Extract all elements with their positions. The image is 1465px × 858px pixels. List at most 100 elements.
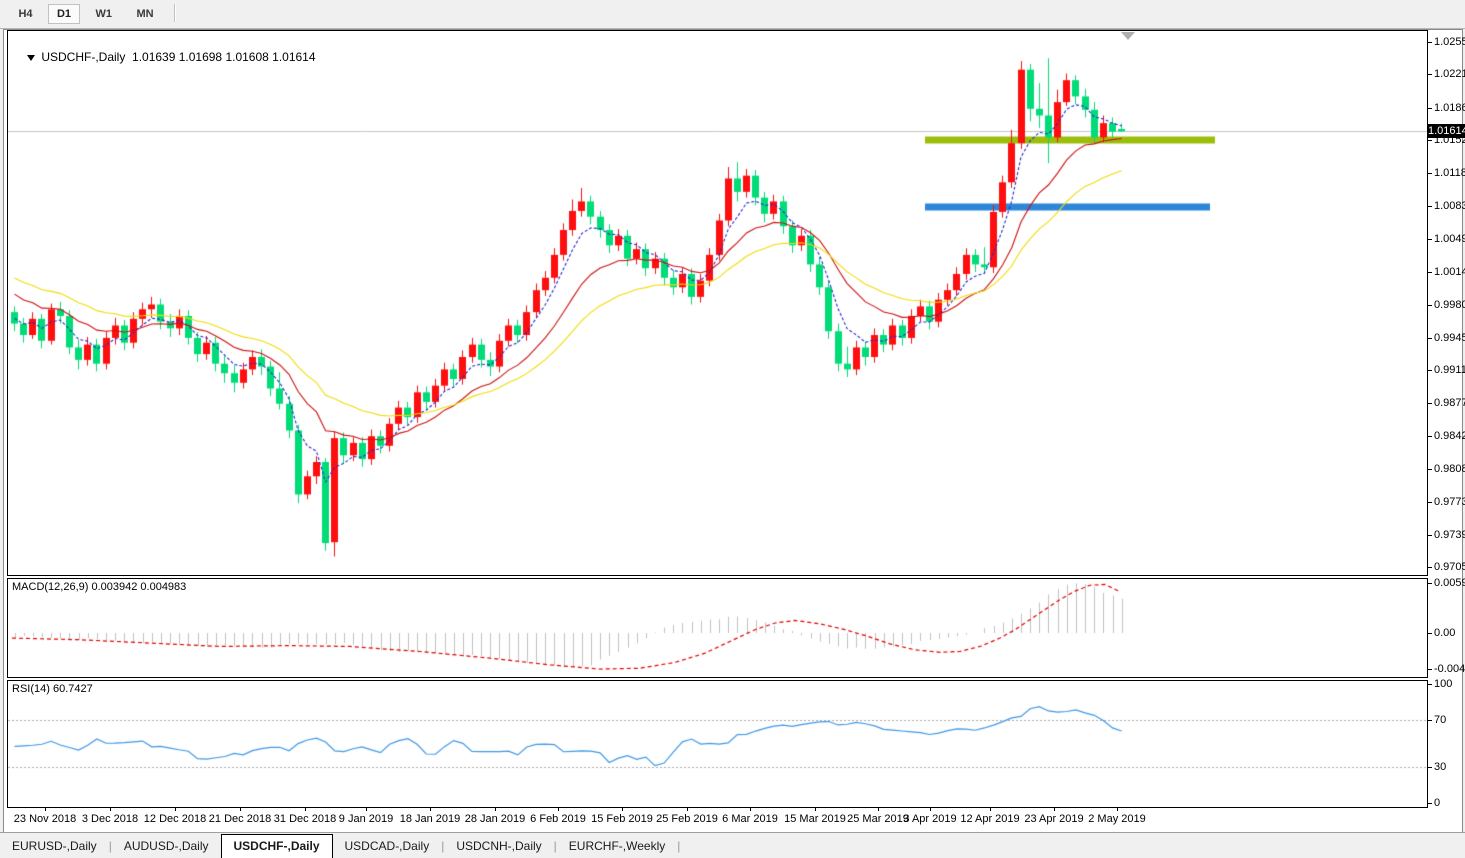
date-label: 31 Dec 2018 bbox=[274, 813, 336, 825]
date-label: 12 Dec 2018 bbox=[144, 813, 206, 825]
date-label: 6 Mar 2019 bbox=[722, 813, 778, 825]
price-tick-label: 0.97730 bbox=[1434, 496, 1465, 508]
date-tickmark bbox=[930, 808, 931, 811]
axis-tickmark bbox=[1427, 42, 1432, 43]
axis-tickmark bbox=[1427, 403, 1432, 404]
mt4-application-window: H4 D1 W1 MN USDCHF-,Daily 1.01639 1.0169… bbox=[0, 0, 1465, 858]
price-tick-label: 0.98770 bbox=[1434, 397, 1465, 409]
axis-tickmark bbox=[1427, 239, 1432, 240]
rsi-indicator-canvas[interactable] bbox=[8, 681, 1427, 806]
timeframe-button-d1[interactable]: D1 bbox=[48, 4, 80, 24]
date-tickmark bbox=[175, 808, 176, 811]
date-label: 3 Dec 2018 bbox=[82, 813, 138, 825]
axis-tickmark bbox=[1427, 502, 1432, 503]
axis-tickmark bbox=[1427, 370, 1432, 371]
date-label: 25 Mar 2019 bbox=[847, 813, 909, 825]
chart-title: USDCHF-,Daily 1.01639 1.01698 1.01608 1.… bbox=[14, 36, 316, 78]
date-tickmark bbox=[687, 808, 688, 811]
date-tickmark bbox=[366, 808, 367, 811]
axis-tickmark bbox=[1427, 684, 1432, 685]
axis-tickmark bbox=[1427, 767, 1432, 768]
date-tickmark bbox=[878, 808, 879, 811]
axis-tickmark bbox=[1427, 140, 1432, 141]
date-label: 28 Jan 2019 bbox=[465, 813, 526, 825]
date-label: 25 Feb 2019 bbox=[656, 813, 718, 825]
price-tick-label: 0.99800 bbox=[1434, 299, 1465, 311]
rsi-tick-label: 30 bbox=[1434, 761, 1446, 773]
axis-tickmark bbox=[1427, 173, 1432, 174]
date-label: 23 Apr 2019 bbox=[1024, 813, 1083, 825]
axis-tickmark bbox=[1427, 338, 1432, 339]
axis-tickmark bbox=[1427, 583, 1432, 584]
date-tickmark bbox=[1117, 808, 1118, 811]
macd-label: MACD(12,26,9) 0.003942 0.004983 bbox=[12, 581, 186, 593]
price-tick-label: 1.01860 bbox=[1434, 102, 1465, 114]
timeframe-button-mn[interactable]: MN bbox=[127, 4, 162, 24]
tab-usdchf-daily[interactable]: USDCHF-,Daily bbox=[221, 834, 333, 858]
price-tick-label: 1.02210 bbox=[1434, 68, 1465, 80]
rsi-tick-label: 70 bbox=[1434, 714, 1446, 726]
date-tickmark bbox=[45, 808, 46, 811]
date-tickmark bbox=[305, 808, 306, 811]
axis-tickmark bbox=[1427, 206, 1432, 207]
price-tick-label: 1.02550 bbox=[1434, 36, 1465, 48]
tab-eurusd-daily[interactable]: EURUSD-,Daily bbox=[0, 835, 109, 858]
axis-tickmark bbox=[1427, 803, 1432, 804]
date-tickmark bbox=[558, 808, 559, 811]
date-label: 3 Apr 2019 bbox=[903, 813, 956, 825]
price-tick-label: 0.97390 bbox=[1434, 529, 1465, 541]
price-tick-label: 0.99110 bbox=[1434, 364, 1465, 376]
date-label: 2 May 2019 bbox=[1088, 813, 1145, 825]
date-tickmark bbox=[815, 808, 816, 811]
chart-shift-marker-icon[interactable] bbox=[1121, 32, 1135, 40]
timeframe-toolbar: H4 D1 W1 MN bbox=[0, 0, 1465, 29]
date-tickmark bbox=[990, 808, 991, 811]
date-label: 18 Jan 2019 bbox=[400, 813, 461, 825]
price-tick-label: 0.98080 bbox=[1434, 463, 1465, 475]
date-label: 21 Dec 2018 bbox=[209, 813, 271, 825]
price-tick-label: 1.00140 bbox=[1434, 266, 1465, 278]
tab-usdcad-daily[interactable]: USDCAD-,Daily bbox=[333, 835, 442, 858]
date-label: 9 Jan 2019 bbox=[339, 813, 393, 825]
chart-quote-values bbox=[125, 50, 132, 64]
date-label: 23 Nov 2018 bbox=[14, 813, 76, 825]
date-tickmark bbox=[622, 808, 623, 811]
price-tick-label: 0.97050 bbox=[1434, 561, 1465, 573]
date-label: 6 Feb 2019 bbox=[530, 813, 586, 825]
macd-tick-label: 0.00597 bbox=[1434, 577, 1465, 589]
price-tick-label: 0.98420 bbox=[1434, 430, 1465, 442]
timeframe-button-w1[interactable]: W1 bbox=[86, 4, 121, 24]
axis-tickmark bbox=[1427, 535, 1432, 536]
macd-indicator-canvas[interactable] bbox=[8, 579, 1427, 676]
price-tick-label: 0.99450 bbox=[1434, 332, 1465, 344]
date-label: 15 Mar 2019 bbox=[784, 813, 846, 825]
chart-ohlc-values: 1.01639 1.01698 1.01608 1.01614 bbox=[132, 50, 316, 64]
toolbar-separator bbox=[174, 4, 176, 22]
date-label: 15 Feb 2019 bbox=[591, 813, 653, 825]
axis-tickmark bbox=[1427, 436, 1432, 437]
current-price-badge: 1.01614 bbox=[1428, 124, 1465, 138]
macd-tick-label: -0.004243 bbox=[1434, 663, 1465, 675]
axis-tickmark bbox=[1427, 720, 1432, 721]
price-chart-canvas[interactable] bbox=[8, 31, 1427, 574]
tab-usdcnh-daily[interactable]: USDCNH-,Daily bbox=[444, 835, 553, 858]
axis-tickmark bbox=[1427, 633, 1432, 634]
time-axis[interactable]: 23 Nov 2018 3 Dec 2018 12 Dec 201821 Dec 2… bbox=[4, 808, 1461, 831]
timeframe-button-h4[interactable]: H4 bbox=[9, 4, 41, 24]
axis-tickmark bbox=[1427, 469, 1432, 470]
chart-symbol-label: USDCHF-,Daily bbox=[41, 50, 125, 64]
date-tickmark bbox=[750, 808, 751, 811]
tab-audusd-daily[interactable]: AUDUSD-,Daily bbox=[112, 835, 221, 858]
macd-tick-label: 0.00 bbox=[1434, 627, 1455, 639]
axis-tickmark bbox=[1427, 108, 1432, 109]
axis-tickmark bbox=[1427, 669, 1432, 670]
date-tickmark bbox=[495, 808, 496, 811]
date-tickmark bbox=[240, 808, 241, 811]
tab-separator: | bbox=[677, 839, 680, 853]
chart-tab-bar: EURUSD-,Daily | AUDUSD-,DailyUSDCHF-,Daily… bbox=[0, 832, 1465, 858]
chart-dropdown-icon[interactable] bbox=[27, 55, 35, 61]
date-tickmark bbox=[430, 808, 431, 811]
tab-eurchf-weekly[interactable]: EURCHF-,Weekly bbox=[557, 835, 677, 858]
axis-tickmark bbox=[1427, 305, 1432, 306]
price-tick-label: 1.01180 bbox=[1434, 167, 1465, 179]
